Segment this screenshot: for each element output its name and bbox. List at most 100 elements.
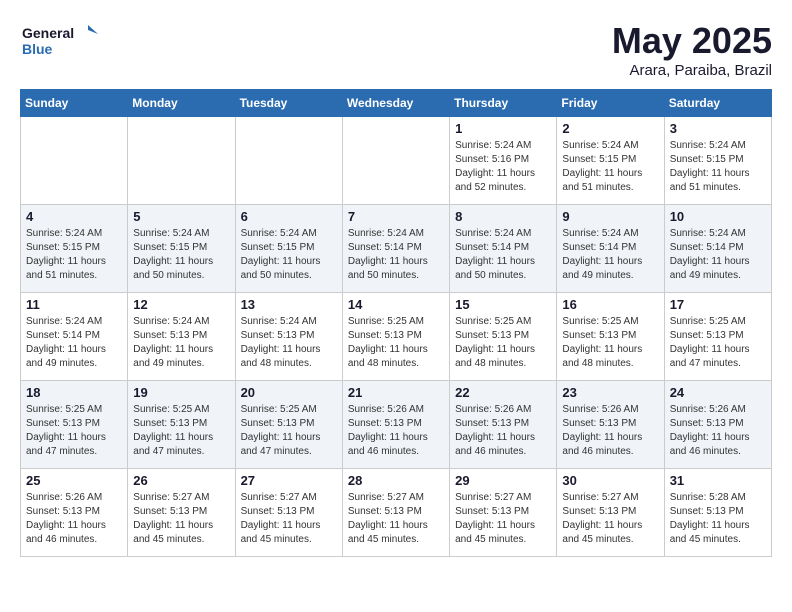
calendar-cell	[21, 117, 128, 205]
calendar-cell	[235, 117, 342, 205]
day-info: Sunrise: 5:28 AM Sunset: 5:13 PM Dayligh…	[670, 491, 766, 547]
calendar-cell: 18 Sunrise: 5:25 AM Sunset: 5:13 PM Dayli…	[21, 381, 128, 469]
day-info: Sunrise: 5:25 AM Sunset: 5:13 PM Dayligh…	[670, 315, 766, 371]
day-info: Sunrise: 5:24 AM Sunset: 5:13 PM Dayligh…	[241, 315, 337, 371]
day-info: Sunrise: 5:25 AM Sunset: 5:13 PM Dayligh…	[26, 403, 122, 459]
day-info: Sunrise: 5:24 AM Sunset: 5:15 PM Dayligh…	[562, 139, 658, 195]
day-number: 17	[670, 297, 766, 312]
calendar-cell	[128, 117, 235, 205]
day-info: Sunrise: 5:24 AM Sunset: 5:16 PM Dayligh…	[455, 139, 551, 195]
calendar-cell: 1 Sunrise: 5:24 AM Sunset: 5:16 PM Daylig…	[450, 117, 557, 205]
calendar-cell	[342, 117, 449, 205]
day-header-wednesday: Wednesday	[342, 90, 449, 117]
day-number: 31	[670, 473, 766, 488]
day-number: 25	[26, 473, 122, 488]
day-number: 12	[133, 297, 229, 312]
day-info: Sunrise: 5:24 AM Sunset: 5:14 PM Dayligh…	[348, 227, 444, 283]
week-row-1: 1 Sunrise: 5:24 AM Sunset: 5:16 PM Daylig…	[21, 117, 772, 205]
day-info: Sunrise: 5:26 AM Sunset: 5:13 PM Dayligh…	[455, 403, 551, 459]
day-number: 14	[348, 297, 444, 312]
svg-text:Blue: Blue	[22, 41, 53, 57]
calendar-cell: 3Sunrise: 5:24 AM Sunset: 5:15 PM Daylig…	[664, 117, 771, 205]
calendar-cell: 30 Sunrise: 5:27 AM Sunset: 5:13 PM Dayli…	[557, 469, 664, 557]
day-header-monday: Monday	[128, 90, 235, 117]
day-number: 1	[455, 121, 551, 136]
day-number: 10	[670, 209, 766, 224]
calendar-cell: 24 Sunrise: 5:26 AM Sunset: 5:13 PM Dayli…	[664, 381, 771, 469]
calendar-cell: 28 Sunrise: 5:27 AM Sunset: 5:13 PM Dayli…	[342, 469, 449, 557]
day-number: 23	[562, 385, 658, 400]
day-info: Sunrise: 5:27 AM Sunset: 5:13 PM Dayligh…	[455, 491, 551, 547]
day-header-tuesday: Tuesday	[235, 90, 342, 117]
day-info: Sunrise: 5:26 AM Sunset: 5:13 PM Dayligh…	[670, 403, 766, 459]
calendar-cell: 13Sunrise: 5:24 AM Sunset: 5:13 PM Dayli…	[235, 293, 342, 381]
day-info: Sunrise: 5:25 AM Sunset: 5:13 PM Dayligh…	[562, 315, 658, 371]
location-subtitle: Arara, Paraiba, Brazil	[612, 62, 772, 79]
week-row-4: 18 Sunrise: 5:25 AM Sunset: 5:13 PM Dayli…	[21, 381, 772, 469]
month-title: May 2025	[612, 20, 772, 62]
day-header-thursday: Thursday	[450, 90, 557, 117]
day-number: 15	[455, 297, 551, 312]
day-info: Sunrise: 5:24 AM Sunset: 5:14 PM Dayligh…	[670, 227, 766, 283]
calendar-cell: 20 Sunrise: 5:25 AM Sunset: 5:13 PM Dayli…	[235, 381, 342, 469]
calendar-cell: 27Sunrise: 5:27 AM Sunset: 5:13 PM Dayli…	[235, 469, 342, 557]
day-info: Sunrise: 5:27 AM Sunset: 5:13 PM Dayligh…	[133, 491, 229, 547]
calendar-cell: 17 Sunrise: 5:25 AM Sunset: 5:13 PM Dayli…	[664, 293, 771, 381]
calendar-cell: 15Sunrise: 5:25 AM Sunset: 5:13 PM Dayli…	[450, 293, 557, 381]
calendar-table: SundayMondayTuesdayWednesdayThursdayFrid…	[20, 89, 772, 557]
calendar-cell: 26 Sunrise: 5:27 AM Sunset: 5:13 PM Dayli…	[128, 469, 235, 557]
day-info: Sunrise: 5:25 AM Sunset: 5:13 PM Dayligh…	[241, 403, 337, 459]
day-number: 6	[241, 209, 337, 224]
day-info: Sunrise: 5:25 AM Sunset: 5:13 PM Dayligh…	[348, 315, 444, 371]
day-number: 5	[133, 209, 229, 224]
day-number: 11	[26, 297, 122, 312]
day-number: 27	[241, 473, 337, 488]
logo: General Blue	[20, 20, 100, 60]
day-number: 18	[26, 385, 122, 400]
calendar-cell: 22Sunrise: 5:26 AM Sunset: 5:13 PM Dayli…	[450, 381, 557, 469]
title-block: May 2025 Arara, Paraiba, Brazil	[612, 20, 772, 79]
day-info: Sunrise: 5:27 AM Sunset: 5:13 PM Dayligh…	[348, 491, 444, 547]
day-number: 28	[348, 473, 444, 488]
day-number: 4	[26, 209, 122, 224]
week-row-2: 4 Sunrise: 5:24 AM Sunset: 5:15 PM Daylig…	[21, 205, 772, 293]
day-number: 9	[562, 209, 658, 224]
day-number: 26	[133, 473, 229, 488]
day-info: Sunrise: 5:27 AM Sunset: 5:13 PM Dayligh…	[562, 491, 658, 547]
calendar-cell: 29 Sunrise: 5:27 AM Sunset: 5:13 PM Dayli…	[450, 469, 557, 557]
day-number: 16	[562, 297, 658, 312]
calendar-cell: 6 Sunrise: 5:24 AM Sunset: 5:15 PM Daylig…	[235, 205, 342, 293]
day-number: 2	[562, 121, 658, 136]
week-row-5: 25Sunrise: 5:26 AM Sunset: 5:13 PM Dayli…	[21, 469, 772, 557]
calendar-cell: 9Sunrise: 5:24 AM Sunset: 5:14 PM Daylig…	[557, 205, 664, 293]
day-header-sunday: Sunday	[21, 90, 128, 117]
calendar-cell: 25Sunrise: 5:26 AM Sunset: 5:13 PM Dayli…	[21, 469, 128, 557]
day-info: Sunrise: 5:24 AM Sunset: 5:15 PM Dayligh…	[241, 227, 337, 283]
calendar-cell: 4 Sunrise: 5:24 AM Sunset: 5:15 PM Daylig…	[21, 205, 128, 293]
svg-text:General: General	[22, 25, 74, 41]
day-header-friday: Friday	[557, 90, 664, 117]
calendar-cell: 5Sunrise: 5:24 AM Sunset: 5:15 PM Daylig…	[128, 205, 235, 293]
day-header-saturday: Saturday	[664, 90, 771, 117]
header-row: SundayMondayTuesdayWednesdayThursdayFrid…	[21, 90, 772, 117]
week-row-3: 11 Sunrise: 5:24 AM Sunset: 5:14 PM Dayli…	[21, 293, 772, 381]
calendar-cell: 8 Sunrise: 5:24 AM Sunset: 5:14 PM Daylig…	[450, 205, 557, 293]
day-number: 19	[133, 385, 229, 400]
calendar-cell: 2 Sunrise: 5:24 AM Sunset: 5:15 PM Daylig…	[557, 117, 664, 205]
day-info: Sunrise: 5:24 AM Sunset: 5:15 PM Dayligh…	[26, 227, 122, 283]
day-number: 21	[348, 385, 444, 400]
day-number: 29	[455, 473, 551, 488]
calendar-cell: 12Sunrise: 5:24 AM Sunset: 5:13 PM Dayli…	[128, 293, 235, 381]
day-number: 8	[455, 209, 551, 224]
day-info: Sunrise: 5:26 AM Sunset: 5:13 PM Dayligh…	[562, 403, 658, 459]
day-info: Sunrise: 5:24 AM Sunset: 5:14 PM Dayligh…	[26, 315, 122, 371]
calendar-cell: 31 Sunrise: 5:28 AM Sunset: 5:13 PM Dayli…	[664, 469, 771, 557]
day-number: 20	[241, 385, 337, 400]
day-number: 30	[562, 473, 658, 488]
day-info: Sunrise: 5:24 AM Sunset: 5:14 PM Dayligh…	[455, 227, 551, 283]
day-number: 7	[348, 209, 444, 224]
day-number: 24	[670, 385, 766, 400]
logo-svg: General Blue	[20, 20, 100, 60]
page-header: General Blue May 2025 Arara, Paraiba, Br…	[20, 20, 772, 79]
day-info: Sunrise: 5:26 AM Sunset: 5:13 PM Dayligh…	[348, 403, 444, 459]
